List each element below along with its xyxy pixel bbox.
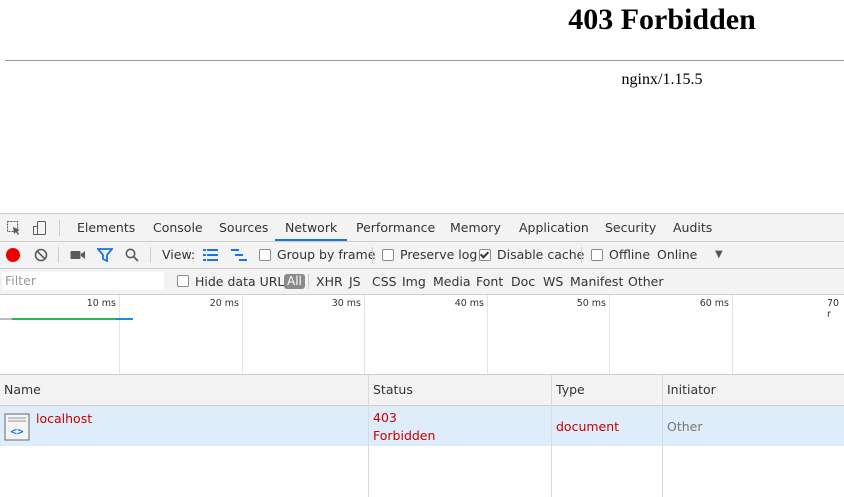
- status-code: 403: [373, 410, 397, 425]
- toolbar-divider: [581, 247, 582, 263]
- timeline-stalled-bar: [0, 318, 12, 320]
- timeline-gridline: [119, 295, 120, 374]
- timeline-tick-label: 50 ms: [576, 298, 606, 309]
- clear-icon[interactable]: [34, 248, 48, 265]
- filter-type-js[interactable]: JS: [349, 269, 361, 294]
- tabbar-divider: [59, 220, 60, 236]
- filter-type-media[interactable]: Media: [433, 269, 471, 294]
- horizontal-rule: [5, 60, 844, 61]
- filter-input[interactable]: Filter: [2, 272, 164, 290]
- request-type: document: [556, 419, 620, 434]
- filter-type-ws[interactable]: WS: [543, 269, 563, 294]
- column-header-type[interactable]: Type: [552, 375, 585, 405]
- filter-bar: Filter Hide data URLs All XHR JS CSS Img…: [0, 269, 844, 295]
- request-name[interactable]: localhost: [36, 411, 92, 426]
- disable-cache-label: Disable cache: [497, 247, 585, 262]
- tab-memory[interactable]: Memory: [440, 214, 511, 241]
- page-heading: 403 Forbidden: [568, 3, 756, 36]
- view-label: View:: [162, 247, 196, 262]
- timeline-waiting-bar: [12, 318, 116, 320]
- record-icon[interactable]: [6, 248, 20, 262]
- timeline-tick-label: 30 ms: [331, 298, 361, 309]
- requests-table: Name Status Type Initiator <> localhost …: [0, 375, 844, 497]
- filter-type-xhr[interactable]: XHR: [316, 269, 343, 294]
- hide-data-urls-label: Hide data URLs: [195, 274, 291, 289]
- timeline-gridline: [364, 295, 365, 374]
- group-by-frame-checkbox[interactable]: [259, 249, 271, 261]
- requests-table-header: Name Status Type Initiator: [0, 375, 844, 406]
- tab-network[interactable]: Network: [275, 214, 348, 241]
- network-toolbar: View: Group by frame Preserve log Disabl…: [0, 242, 844, 269]
- preserve-log-checkbox[interactable]: [382, 249, 394, 261]
- timeline-gridline: [487, 295, 488, 374]
- inspect-element-icon[interactable]: [6, 220, 22, 236]
- column-divider[interactable]: [662, 375, 663, 497]
- timeline-overview[interactable]: 10 ms 20 ms 30 ms 40 ms 50 ms 60 ms 70 r: [0, 295, 844, 375]
- timeline-tick-label: 70 r: [827, 298, 840, 320]
- offline-label: Offline: [609, 247, 651, 262]
- column-divider[interactable]: [551, 375, 552, 497]
- timeline-tick-label: 40 ms: [454, 298, 484, 309]
- hide-data-urls-checkbox[interactable]: [177, 275, 189, 287]
- column-divider[interactable]: [368, 375, 369, 497]
- column-header-initiator[interactable]: Initiator: [663, 375, 716, 405]
- timeline-tick-label: 10 ms: [86, 298, 116, 309]
- filter-divider: [308, 274, 309, 289]
- video-camera-icon[interactable]: [70, 249, 86, 264]
- tab-security[interactable]: Security: [595, 214, 666, 241]
- timeline-download-bar: [116, 318, 133, 320]
- filter-type-doc[interactable]: Doc: [511, 269, 535, 294]
- chevron-down-icon[interactable]: ▼: [715, 242, 723, 268]
- tab-console[interactable]: Console: [143, 214, 213, 241]
- timeline-gridline: [732, 295, 733, 374]
- preserve-log-label: Preserve log: [400, 247, 478, 262]
- throttling-select[interactable]: Online: [657, 242, 697, 268]
- devtools-panel: Elements Console Sources Network Perform…: [0, 213, 844, 497]
- tab-elements[interactable]: Elements: [67, 214, 145, 241]
- waterfall-overview-icon[interactable]: [231, 249, 247, 264]
- devtools-tabbar: Elements Console Sources Network Perform…: [0, 214, 844, 242]
- document-icon: <>: [4, 413, 30, 444]
- tab-sources[interactable]: Sources: [209, 214, 278, 241]
- request-initiator: Other: [667, 419, 703, 434]
- filter-type-css[interactable]: CSS: [372, 269, 397, 294]
- timeline-tick-label: 20 ms: [209, 298, 239, 309]
- filter-type-img[interactable]: Img: [402, 269, 426, 294]
- toolbar-divider: [58, 247, 59, 263]
- group-by-frame-label: Group by frame: [277, 247, 376, 262]
- status-text: Forbidden: [373, 428, 436, 443]
- filter-type-all[interactable]: All: [284, 274, 305, 289]
- table-row[interactable]: <> localhost 403 Forbidden document Othe…: [0, 406, 844, 446]
- toolbar-divider: [372, 247, 373, 263]
- offline-checkbox[interactable]: [591, 249, 603, 261]
- svg-text:<>: <>: [10, 425, 24, 438]
- tab-performance[interactable]: Performance: [346, 214, 445, 241]
- timeline-gridline: [242, 295, 243, 374]
- search-icon[interactable]: [125, 248, 139, 265]
- filter-icon[interactable]: [96, 248, 114, 265]
- filter-type-other[interactable]: Other: [628, 269, 664, 294]
- filter-type-font[interactable]: Font: [476, 269, 503, 294]
- timeline-tick-label: 60 ms: [699, 298, 729, 309]
- filter-type-manifest[interactable]: Manifest: [570, 269, 623, 294]
- column-header-status[interactable]: Status: [369, 375, 413, 405]
- large-request-rows-icon[interactable]: [203, 249, 219, 264]
- disable-cache-checkbox[interactable]: [479, 249, 491, 261]
- column-header-name[interactable]: Name: [0, 375, 41, 405]
- tab-application[interactable]: Application: [509, 214, 599, 241]
- server-signature: nginx/1.15.5: [621, 71, 703, 88]
- tab-audits[interactable]: Audits: [663, 214, 722, 241]
- page-content: 403 Forbidden nginx/1.15.5: [0, 0, 844, 213]
- toolbar-divider: [150, 247, 151, 263]
- device-toolbar-icon[interactable]: [32, 220, 48, 236]
- timeline-gridline: [609, 295, 610, 374]
